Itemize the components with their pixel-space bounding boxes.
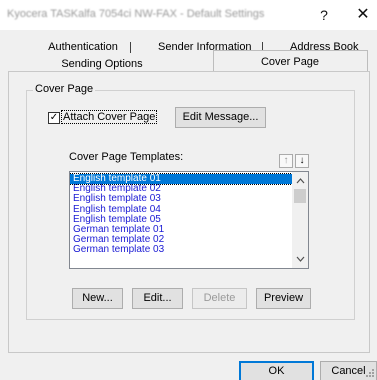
- template-list-item[interactable]: German template 03: [70, 245, 292, 255]
- tab-strip: Authentication Sender Information Addres…: [0, 30, 377, 72]
- tab-authentication[interactable]: Authentication: [43, 39, 123, 55]
- group-label: Cover Page: [33, 83, 96, 95]
- edit-message-button[interactable]: Edit Message...: [175, 107, 266, 128]
- new-template-button[interactable]: New...: [72, 288, 123, 309]
- tab-cover-page[interactable]: Cover Page: [250, 54, 330, 70]
- tab-separator: [130, 42, 131, 53]
- title-bar: Kyocera TASKalfa 7054ci NW-FAX - Default…: [0, 0, 377, 30]
- window-title: Kyocera TASKalfa 7054ci NW-FAX - Default…: [7, 8, 265, 20]
- tab-sending-options[interactable]: Sending Options: [57, 56, 147, 72]
- close-button[interactable]: ✕: [348, 5, 377, 25]
- scrollbar-thumb[interactable]: [294, 189, 306, 203]
- attach-cover-page-label[interactable]: Attach Cover Page: [60, 110, 158, 124]
- chevron-down-icon[interactable]: [292, 252, 308, 266]
- help-button[interactable]: ?: [309, 5, 339, 25]
- chevron-up-icon[interactable]: [292, 174, 308, 188]
- templates-list[interactable]: English template 01 English template 02 En…: [69, 171, 309, 269]
- attach-cover-page-checkbox[interactable]: ✓: [48, 112, 60, 124]
- move-down-button[interactable]: ↓: [295, 154, 309, 168]
- resize-grip-icon[interactable]: [364, 367, 375, 378]
- delete-template-button[interactable]: Delete: [192, 288, 247, 309]
- templates-label: Cover Page Templates:: [69, 151, 184, 163]
- templates-scrollbar[interactable]: [292, 172, 308, 268]
- move-up-button[interactable]: ↑: [279, 154, 293, 168]
- edit-template-button[interactable]: Edit...: [132, 288, 183, 309]
- ok-button[interactable]: OK: [239, 361, 314, 380]
- preview-button[interactable]: Preview: [256, 288, 311, 309]
